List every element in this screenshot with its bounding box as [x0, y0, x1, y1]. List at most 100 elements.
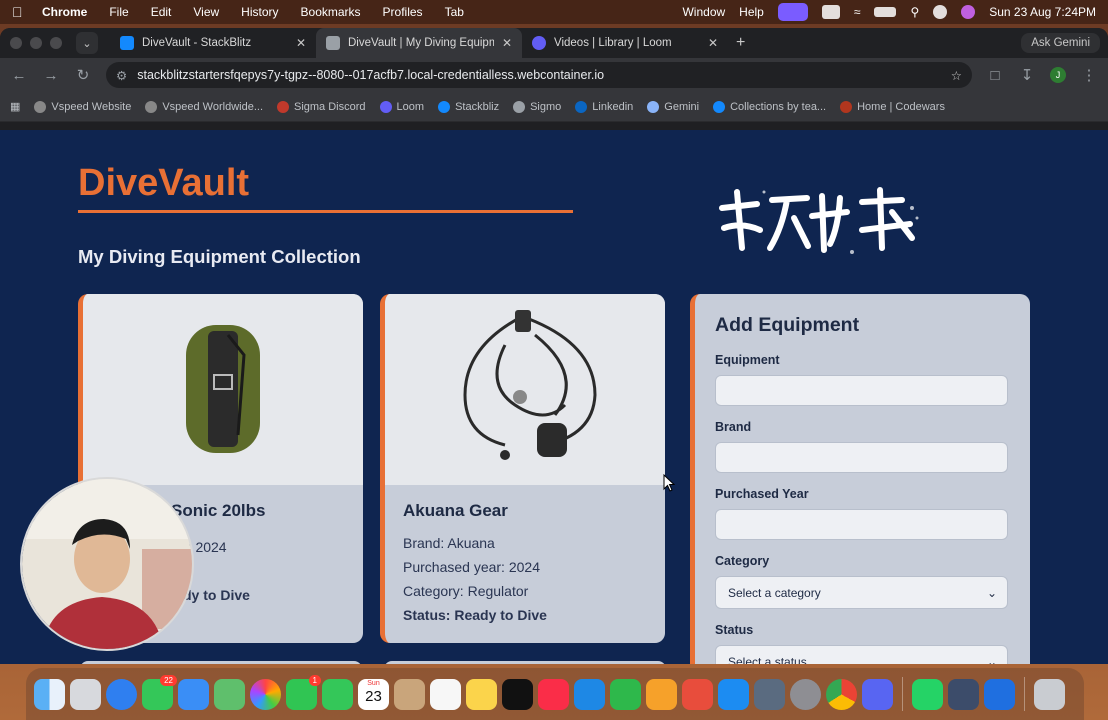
reminders-icon[interactable] — [430, 678, 461, 710]
bookmark-item[interactable]: Stackbliz — [438, 100, 499, 113]
download-icon[interactable]: ↧ — [1018, 66, 1036, 84]
bookmark-item[interactable]: Vspeed Website — [34, 100, 131, 113]
status-select-value: Select a status — [728, 654, 807, 665]
loom-icon — [379, 100, 392, 113]
macos-menubar:  Chrome File Edit View History Bookmark… — [0, 0, 1108, 24]
notes-icon[interactable] — [466, 678, 497, 710]
rocket-icon[interactable] — [682, 678, 713, 710]
battery-icon[interactable] — [874, 7, 897, 17]
tab-loom[interactable]: Videos | Library | Loom ✕ — [522, 28, 728, 58]
menu-help[interactable]: Help — [739, 5, 764, 19]
maps-icon[interactable] — [214, 678, 245, 710]
equipment-input[interactable] — [715, 375, 1008, 406]
discord-icon[interactable] — [862, 678, 893, 710]
facetime-icon[interactable]: 1 — [286, 674, 321, 710]
bookmark-item[interactable]: Sigma Discord — [277, 100, 366, 113]
launchpad-icon[interactable] — [70, 678, 101, 710]
disk-utility-icon[interactable] — [948, 678, 979, 710]
site-info-icon[interactable]: ⚙ — [116, 68, 127, 83]
apps-grid-icon[interactable]: ▦ — [10, 100, 20, 113]
siri-icon[interactable] — [961, 5, 976, 19]
bookmark-star-icon[interactable]: ☆ — [951, 68, 962, 83]
forward-arrow-icon[interactable]: → — [42, 67, 60, 84]
menu-bookmarks[interactable]: Bookmarks — [301, 5, 361, 19]
webcam-bubble[interactable] — [20, 477, 194, 651]
profile-avatar[interactable]: J — [1050, 67, 1066, 83]
menu-history[interactable]: History — [241, 5, 278, 19]
control-center-icon[interactable] — [933, 5, 948, 19]
close-window-button[interactable] — [10, 37, 22, 49]
menubar-status-area: Window Help ≈ ⚲ Sun 23 Aug 7:24PM — [682, 3, 1096, 21]
back-arrow-icon[interactable]: ← — [10, 67, 28, 84]
status-select[interactable]: Select a status ⌄ — [715, 645, 1008, 664]
extensions-icon[interactable]: □ — [986, 67, 1004, 84]
input-source-icon[interactable] — [821, 5, 840, 19]
photos-icon[interactable] — [250, 678, 281, 710]
system-settings-icon[interactable] — [790, 678, 821, 710]
calendar-day: 23 — [365, 687, 382, 705]
close-icon[interactable]: ✕ — [296, 36, 306, 50]
bookmark-item[interactable]: Collections by tea... — [713, 100, 826, 113]
music-icon[interactable] — [538, 678, 569, 710]
iphone-mirroring-icon[interactable] — [754, 678, 785, 710]
messages-icon[interactable]: 22 — [142, 674, 177, 710]
equipment-card-next[interactable] — [384, 661, 666, 664]
maximize-window-button[interactable] — [50, 37, 62, 49]
calendar-icon[interactable]: Sun 23 — [358, 678, 389, 710]
tab-divevault[interactable]: DiveVault | My Diving Equipm ✕ — [316, 28, 522, 58]
screen-recorder-icon[interactable] — [777, 3, 808, 21]
contacts-icon[interactable] — [394, 678, 425, 710]
bookmark-item[interactable]: Linkedin — [575, 100, 633, 113]
chrome-icon[interactable] — [826, 678, 857, 710]
presenter-video-image — [22, 479, 192, 649]
finder-icon[interactable] — [34, 678, 65, 710]
bookmark-item[interactable]: Vspeed Worldwide... — [145, 100, 263, 113]
new-tab-button[interactable]: + — [736, 34, 745, 52]
more-menu-icon[interactable]: ⋮ — [1080, 66, 1098, 84]
whatsapp-icon[interactable] — [912, 678, 943, 710]
equipment-card[interactable]: Akuana Gear Brand: Akuana Purchased year… — [380, 294, 665, 643]
menu-file[interactable]: File — [109, 5, 128, 19]
category-select[interactable]: Select a category ⌄ — [715, 576, 1008, 609]
menu-tab[interactable]: Tab — [445, 5, 464, 19]
ask-gemini-button[interactable]: Ask Gemini — [1021, 33, 1100, 53]
spotlight-search-icon[interactable]: ⚲ — [910, 5, 919, 19]
menu-view[interactable]: View — [193, 5, 219, 19]
purchased-year-input[interactable] — [715, 509, 1008, 540]
messages-badge: 22 — [160, 674, 177, 686]
bookmark-item[interactable]: Sigmo — [513, 100, 561, 113]
bookmark-item[interactable]: Gemini — [647, 100, 699, 113]
menu-profiles[interactable]: Profiles — [383, 5, 423, 19]
menu-window[interactable]: Window — [682, 5, 725, 19]
bookmark-label: Vspeed Worldwide... — [162, 100, 263, 113]
menu-app[interactable]: Chrome — [42, 5, 87, 19]
safari-icon[interactable] — [106, 678, 137, 710]
keynote-icon[interactable] — [574, 678, 605, 710]
numbers-icon[interactable] — [610, 678, 641, 710]
close-icon[interactable]: ✕ — [708, 36, 718, 50]
minimize-window-button[interactable] — [30, 37, 42, 49]
phone-icon[interactable] — [322, 678, 353, 710]
tab-title: DiveVault | My Diving Equipm — [348, 37, 494, 49]
equipment-card-next[interactable] — [80, 661, 362, 664]
globe-icon — [34, 100, 47, 113]
status-label: Status — [715, 623, 754, 637]
app-store-icon[interactable] — [718, 678, 749, 710]
close-icon[interactable]: ✕ — [502, 36, 512, 50]
address-bar[interactable]: ⚙ stackblitzstartersfqepys7y-tgpz--8080-… — [106, 62, 972, 88]
trash-icon[interactable] — [1034, 678, 1065, 710]
settings-gear-icon[interactable] — [984, 678, 1015, 710]
bookmark-item[interactable]: Loom — [379, 100, 424, 113]
pages-icon[interactable] — [646, 678, 677, 710]
mail-icon[interactable] — [178, 678, 209, 710]
tab-search-button[interactable]: ⌄ — [76, 32, 98, 54]
apple-icon[interactable]:  — [12, 4, 26, 20]
appletv-icon[interactable] — [502, 678, 533, 710]
menu-edit[interactable]: Edit — [151, 5, 172, 19]
wifi-icon[interactable]: ≈ — [854, 5, 861, 19]
brand-input[interactable] — [715, 442, 1008, 473]
reload-icon[interactable]: ↻ — [74, 66, 92, 84]
clock[interactable]: Sun 23 Aug 7:24PM — [989, 5, 1096, 19]
tab-stackblitz[interactable]: DiveVault - StackBlitz ✕ — [110, 28, 316, 58]
bookmark-item[interactable]: Home | Codewars — [840, 100, 945, 113]
